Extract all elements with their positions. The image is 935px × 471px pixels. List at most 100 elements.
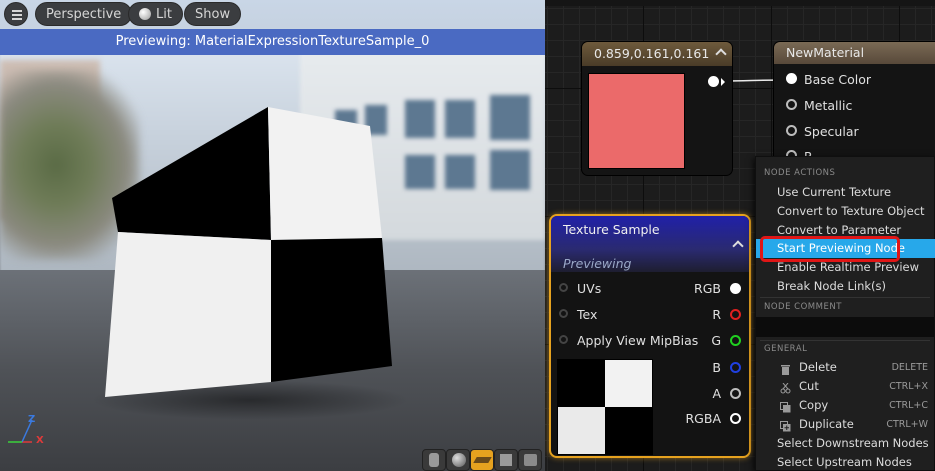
input-pin-hollow-icon[interactable]: [786, 99, 797, 110]
menu-duplicate[interactable]: Duplicate CTRL+W: [756, 415, 935, 434]
input-label: Apply View MipBias: [577, 333, 699, 348]
menu-cut-shortcut: CTRL+X: [889, 381, 928, 392]
output-pin-hollow-icon[interactable]: [730, 335, 741, 346]
sphere-icon: [452, 453, 466, 467]
material-result-node[interactable]: NewMaterial Base Color Metallic Specular…: [774, 42, 935, 172]
output-label: A: [712, 386, 721, 401]
checker-tile-white-bottom-left: [105, 232, 271, 397]
g-output[interactable]: G: [711, 333, 741, 348]
section-node-comment: NODE COMMENT: [764, 302, 842, 312]
lit-button[interactable]: Lit: [128, 2, 183, 26]
menu-start-previewing-node[interactable]: Start Previewing Node: [756, 239, 935, 258]
menu-copy[interactable]: Copy CTRL+C: [756, 396, 935, 415]
output-pin-hollow-icon[interactable]: [730, 309, 741, 320]
constant-node-title: 0.859,0.161,0.161: [594, 46, 710, 61]
scissors-icon: [780, 381, 791, 394]
menu-cut[interactable]: Cut CTRL+X: [756, 377, 935, 396]
menu-convert-to-texture-object[interactable]: Convert to Texture Object: [756, 202, 935, 221]
rgba-output[interactable]: RGBA: [685, 411, 741, 426]
menu-delete-shortcut: DELETE: [891, 362, 928, 373]
input-label: Metallic: [804, 98, 853, 113]
preview-cylinder-button[interactable]: [422, 449, 446, 471]
cube-icon: [500, 454, 512, 466]
input-label: UVs: [577, 281, 602, 296]
output-pin-hollow-icon[interactable]: [730, 413, 741, 424]
menu-copy-label: Copy: [799, 398, 829, 412]
constant-node-header[interactable]: 0.859,0.161,0.161: [582, 42, 732, 66]
constant3vector-node[interactable]: 0.859,0.161,0.161: [582, 42, 732, 175]
input-pin-hollow-icon[interactable]: [559, 309, 568, 318]
constant-output-pin[interactable]: [708, 76, 719, 87]
checker-preview-plane: [105, 107, 392, 397]
input-label: Specular: [804, 124, 859, 139]
pin-arrow-icon: [721, 78, 725, 86]
output-pin-filled-icon[interactable]: [730, 283, 741, 294]
preview-plane-button[interactable]: [470, 449, 494, 471]
texture-thumbnail: [557, 359, 653, 455]
axis-x-label: X: [36, 435, 44, 446]
lit-sphere-icon: [139, 8, 151, 20]
menu-delete-label: Delete: [799, 360, 837, 374]
preview-banner: Previewing: MaterialExpressionTextureSam…: [0, 29, 545, 55]
plane-icon: [473, 457, 492, 463]
output-label: R: [712, 307, 721, 322]
checker-tile-white-top-right: [268, 107, 382, 240]
viewport-toolbar: Perspective Lit Show: [0, 0, 545, 29]
node-comment-input[interactable]: [756, 317, 934, 337]
cylinder-icon: [429, 453, 439, 467]
output-label: G: [711, 333, 721, 348]
menu-copy-shortcut: CTRL+C: [889, 400, 928, 411]
menu-delete[interactable]: Delete DELETE: [756, 358, 935, 377]
chevron-up-icon[interactable]: [732, 240, 744, 252]
preview-sphere-button[interactable]: [446, 449, 470, 471]
lit-label: Lit: [156, 7, 172, 22]
output-label: RGBA: [685, 411, 722, 426]
preview-mesh-button[interactable]: [518, 449, 542, 471]
input-pin-hollow-icon[interactable]: [559, 283, 568, 292]
r-output[interactable]: R: [712, 307, 741, 322]
show-button[interactable]: Show: [184, 2, 242, 26]
output-pin-hollow-icon[interactable]: [730, 388, 741, 399]
menu-enable-realtime-preview[interactable]: Enable Realtime Preview: [756, 258, 935, 277]
a-output[interactable]: A: [712, 386, 741, 401]
output-label: RGB: [694, 281, 721, 296]
input-label: Base Color: [804, 72, 872, 87]
menu-break-node-links[interactable]: Break Node Link(s): [756, 277, 935, 296]
menu-convert-to-parameter[interactable]: Convert to Parameter: [756, 221, 935, 240]
rgb-output[interactable]: RGB: [694, 281, 741, 296]
preview-viewport[interactable]: Perspective Lit Show Previewing: Materia…: [0, 0, 545, 471]
checker-tile-black-bottom-right: [271, 238, 392, 382]
output-label: B: [712, 360, 721, 375]
texture-node-title: Texture Sample: [563, 222, 660, 237]
b-output[interactable]: B: [712, 360, 741, 375]
teapot-icon: [524, 454, 537, 466]
input-pin-hollow-icon[interactable]: [786, 125, 797, 136]
menu-use-current-texture[interactable]: Use Current Texture: [756, 183, 935, 202]
input-pin-hollow-icon[interactable]: [559, 335, 568, 344]
menu-duplicate-label: Duplicate: [799, 417, 854, 431]
chevron-up-icon[interactable]: [715, 48, 727, 60]
menu-select-downstream-nodes[interactable]: Select Downstream Nodes: [756, 434, 935, 453]
section-general: GENERAL: [764, 344, 808, 354]
input-pin-filled-icon[interactable]: [786, 73, 797, 84]
axis-z-label: Z: [28, 414, 36, 425]
menu-divider: [760, 297, 930, 298]
input-label: Tex: [577, 307, 598, 322]
constant-color-swatch: [588, 73, 685, 169]
preview-cube-button[interactable]: [494, 449, 518, 471]
material-editor: Perspective Lit Show Previewing: Materia…: [0, 0, 935, 471]
node-context-menu: NODE ACTIONS Use Current Texture Convert…: [755, 156, 935, 471]
texture-node-header[interactable]: Texture Sample Previewing: [551, 216, 749, 272]
viewport-menu-button[interactable]: [4, 2, 28, 26]
menu-cut-label: Cut: [799, 379, 819, 393]
perspective-button[interactable]: Perspective: [35, 2, 133, 26]
trash-icon: [780, 362, 791, 375]
copy-icon: [780, 400, 791, 413]
material-node-header[interactable]: NewMaterial: [774, 42, 935, 64]
menu-select-upstream-nodes[interactable]: Select Upstream Nodes: [756, 453, 935, 471]
output-pin-hollow-icon[interactable]: [730, 362, 741, 373]
menu-duplicate-shortcut: CTRL+W: [886, 419, 928, 430]
texture-sample-node[interactable]: Texture Sample Previewing UVs Tex Apply …: [549, 214, 751, 458]
menu-divider: [760, 340, 930, 341]
duplicate-icon: [780, 419, 791, 432]
